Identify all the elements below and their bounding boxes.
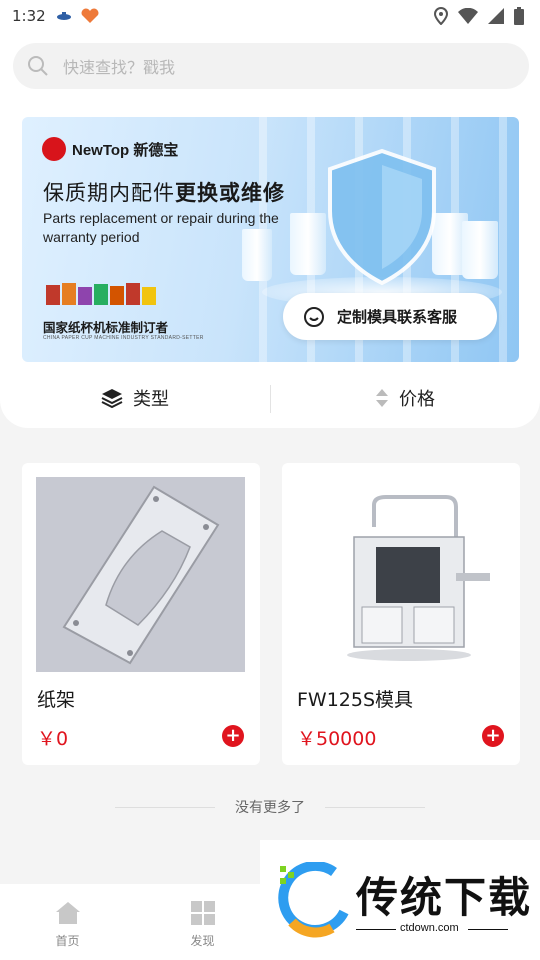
layers-icon (101, 389, 123, 409)
chat-icon (304, 306, 324, 327)
brand-name: NewTop 新德宝 (72, 141, 179, 159)
product-image-paper-rack (36, 477, 245, 672)
list-end-indicator: 没有更多了 (0, 796, 540, 818)
add-to-cart-button[interactable]: + (482, 725, 504, 747)
search-icon (28, 56, 48, 76)
watermark-line (356, 929, 396, 930)
brand-logo (42, 137, 66, 161)
shield-icon (328, 148, 436, 286)
contact-service-button[interactable]: 定制模具联系客服 (283, 293, 497, 340)
product-card[interactable]: 纸架 ￥0 + (22, 463, 260, 765)
location-icon (434, 7, 448, 25)
no-more-text: 没有更多了 (235, 800, 305, 816)
headline-normal: 保质期内配件 (43, 181, 175, 205)
product-card[interactable]: FW125S模具 ￥50000 + (282, 463, 520, 765)
search-bar[interactable]: 快速查找？戳我 (13, 43, 529, 89)
filter-price[interactable]: 价格 (270, 377, 540, 419)
product-price: ￥50000 (297, 728, 377, 750)
product-name: 纸架 (37, 689, 76, 711)
filter-divider (270, 385, 271, 413)
wifi-icon (458, 8, 478, 24)
brand: NewTop 新德宝 (42, 137, 178, 161)
watermark-title: 传统下载 (356, 873, 533, 922)
watermark: 传统下载 ctdown.com (260, 840, 540, 960)
contact-service-label: 定制模具联系客服 (337, 308, 458, 326)
divider-line (115, 806, 215, 808)
status-bar: 1:32 (0, 0, 540, 32)
product-cups-image (46, 283, 156, 305)
tab-discover[interactable]: 发现 (135, 884, 270, 960)
product-name: FW125S模具 (297, 689, 414, 711)
banner-cup (462, 221, 498, 279)
banner-subline: Parts replacement or repair during the w… (43, 210, 279, 245)
add-to-cart-button[interactable]: + (222, 725, 244, 747)
filter-bar: 类型 价格 (0, 377, 540, 419)
sort-arrows-icon (376, 389, 388, 407)
tab-home-label: 首页 (55, 934, 80, 948)
watermark-url: ctdown.com (400, 922, 459, 934)
divider-line (325, 806, 425, 808)
app-notification-icon (56, 12, 71, 20)
headline-bold: 更换或维修 (175, 181, 285, 205)
tab-home[interactable]: 首页 (0, 884, 135, 960)
battery-icon (514, 7, 524, 25)
app-notification-icon (81, 8, 99, 23)
filter-price-label: 价格 (399, 389, 435, 410)
watermark-line (468, 929, 508, 930)
banner-headline: 保质期内配件更换或维修 (43, 177, 285, 207)
banner-tagline-small: CHINA PAPER CUP MACHINE INDUSTRY STANDAR… (43, 335, 204, 341)
filter-type[interactable]: 类型 (0, 377, 270, 419)
grid-icon (190, 901, 215, 925)
status-icons (434, 7, 524, 25)
watermark-logo (278, 862, 349, 938)
status-time: 1:32 (12, 7, 46, 25)
plus-icon: + (485, 725, 501, 746)
search-placeholder: 快速查找？戳我 (63, 58, 176, 77)
product-price: ￥0 (37, 728, 69, 750)
filter-type-label: 类型 (133, 389, 169, 410)
signal-icon (488, 8, 504, 24)
home-icon (55, 902, 80, 924)
plus-icon: + (225, 725, 241, 746)
promo-banner[interactable]: NewTop 新德宝 保质期内配件更换或维修 Parts replacement… (22, 117, 519, 362)
product-image-machine (296, 477, 505, 672)
tab-discover-label: 发现 (190, 934, 215, 948)
banner-tagline: 国家纸杯机标准制订者 (43, 320, 169, 335)
